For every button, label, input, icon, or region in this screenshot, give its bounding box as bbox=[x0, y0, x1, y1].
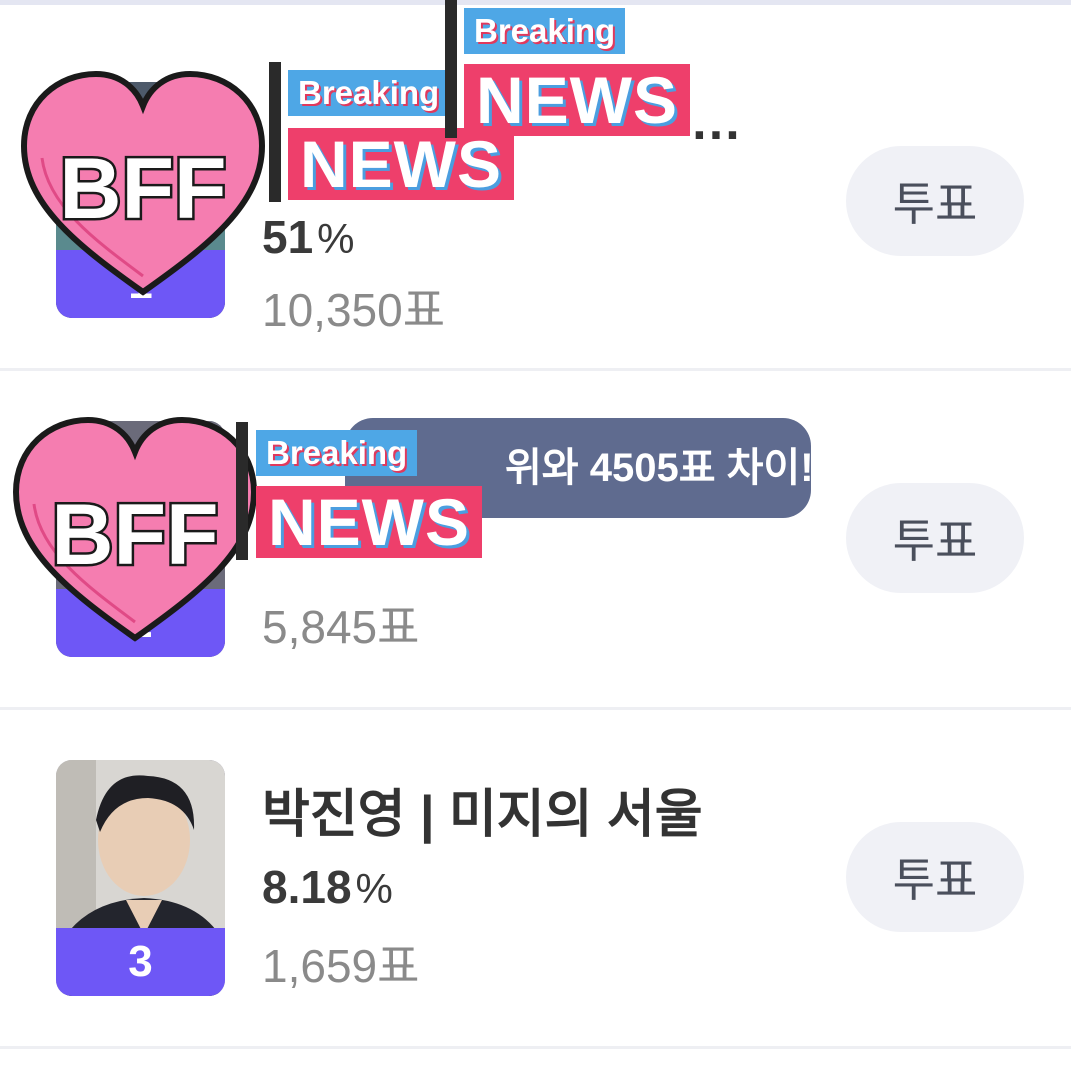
top-border bbox=[0, 0, 1071, 5]
bff-heart-sticker: BFF bbox=[12, 416, 258, 642]
heart-sticker-text: BFF bbox=[59, 141, 226, 237]
rank-badge: 3 bbox=[56, 928, 225, 996]
candidate-photo[interactable]: 3 bbox=[56, 760, 225, 996]
percentage-unit: % bbox=[355, 865, 393, 912]
row-divider bbox=[0, 1046, 1071, 1049]
vote-percentage: 8.18% bbox=[262, 860, 393, 914]
news-sticker: NEWS bbox=[288, 128, 514, 200]
candidate-row-3: 3 박진영 | 미지의 서울 8.18% 1,659표 투표 bbox=[0, 710, 1071, 1046]
news-sticker: NEWS bbox=[256, 486, 482, 558]
news-sticker-bar bbox=[269, 62, 281, 202]
news-sticker-bar bbox=[445, 0, 457, 138]
percentage-value: 8.18 bbox=[262, 861, 352, 913]
candidate-name: 박진영 | 미지의 서울 bbox=[262, 786, 703, 844]
bff-heart-sticker: BFF bbox=[20, 70, 266, 296]
news-sticker-bar bbox=[236, 422, 248, 560]
vote-count: 10,350표 bbox=[262, 284, 446, 336]
vote-count: 5,845표 bbox=[262, 601, 420, 653]
vote-button[interactable]: 투표 bbox=[846, 483, 1024, 593]
breaking-sticker: Breaking bbox=[464, 8, 626, 54]
percentage-unit: % bbox=[317, 215, 355, 262]
vote-count: 1,659표 bbox=[262, 940, 420, 992]
candidate-name: … bbox=[690, 93, 742, 151]
breaking-sticker: Breaking bbox=[256, 430, 418, 476]
vote-button[interactable]: 투표 bbox=[846, 822, 1024, 932]
breaking-sticker: Breaking bbox=[288, 70, 450, 116]
news-sticker: NEWS bbox=[464, 64, 690, 136]
percentage-value: 51 bbox=[262, 211, 314, 263]
heart-sticker-text: BFF bbox=[51, 487, 218, 583]
vote-percentage: 51% bbox=[262, 210, 355, 264]
vote-button[interactable]: 투표 bbox=[846, 146, 1024, 256]
